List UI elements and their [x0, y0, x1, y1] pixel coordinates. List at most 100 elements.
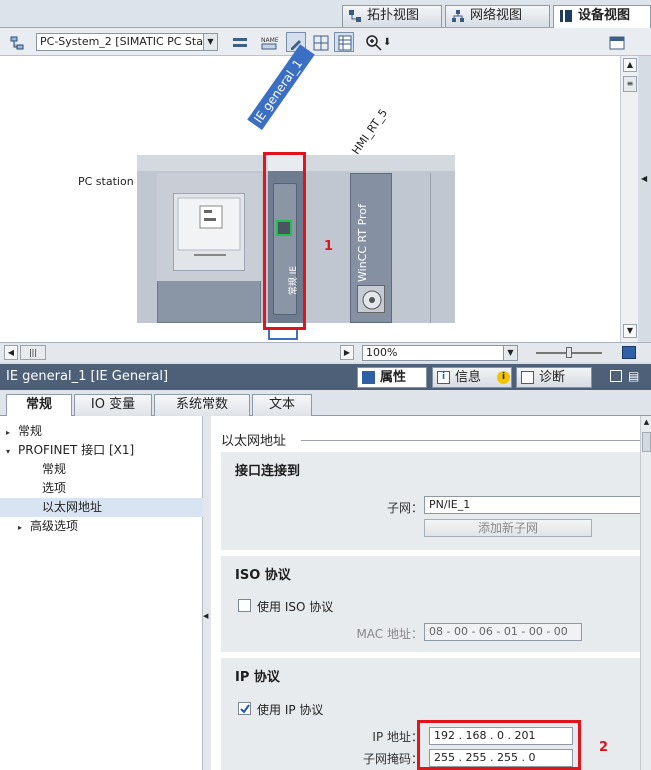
- scroll-right-icon[interactable]: ▶: [340, 345, 354, 360]
- tree-item-label: 常规: [42, 462, 67, 476]
- ip-section: IP 协议 使用 IP 协议 IP 地址： 192 . 168 . 0 . 20…: [221, 658, 640, 770]
- mac-field[interactable]: 08 - 00 - 06 - 01 - 00 - 00: [424, 623, 582, 641]
- expand-arrow-icon[interactable]: ▾: [6, 442, 18, 461]
- side-collapse-strip[interactable]: ◀: [638, 56, 651, 342]
- device-select[interactable]: PC-System_2 [SIMATIC PC Stat ▼: [36, 33, 218, 51]
- info-badge-icon: i: [497, 371, 510, 384]
- tree-item[interactable]: 选项: [0, 479, 203, 498]
- arrange-icon[interactable]: [229, 32, 249, 52]
- tree-item-label: 选项: [42, 481, 67, 495]
- marker-2: 2: [599, 740, 609, 755]
- pane-heading: 以太网地址: [221, 434, 287, 449]
- pane-scroll-thumb[interactable]: [642, 432, 651, 452]
- tree-item[interactable]: 以太网地址: [0, 498, 203, 517]
- scroll-left-icon[interactable]: ◀: [4, 345, 18, 360]
- scroll-down-icon[interactable]: ▼: [623, 324, 637, 338]
- tree-item[interactable]: ▾ PROFINET 接口 [X1]: [0, 441, 203, 460]
- slot-divider: [430, 173, 431, 323]
- highlight-box-1: [263, 152, 306, 330]
- tab-diagnostics-label: 诊断: [539, 370, 566, 385]
- highlight-box-2: [417, 720, 581, 770]
- tree-item[interactable]: ▸ 高级选项: [0, 517, 203, 536]
- tab-topology-view[interactable]: 拓扑视图: [342, 5, 442, 27]
- device-icon: [559, 9, 573, 23]
- properties-icon: [362, 371, 375, 384]
- expand-arrow-icon[interactable]: ▸: [18, 518, 30, 537]
- inspector-header: IE general_1 [IE General] 属性 i 信息 i 诊断 ▤: [0, 364, 651, 390]
- view-tabs-bar: 拓扑视图 网络视图 设备视图: [0, 0, 651, 28]
- subtab-general[interactable]: 常规: [6, 394, 72, 417]
- overview-icon[interactable]: [622, 346, 636, 359]
- tab-info[interactable]: i 信息 i: [432, 367, 512, 388]
- tab-network-view[interactable]: 网络视图: [445, 5, 550, 27]
- station-label: PC station: [78, 175, 134, 188]
- canvas-vertical-scrollbar[interactable]: ▲ ≡ ▼: [620, 56, 638, 342]
- grid-icon[interactable]: [310, 32, 330, 52]
- slot-selection: [268, 330, 298, 340]
- subtab-text[interactable]: 文本: [252, 394, 312, 416]
- download-arrow-icon[interactable]: ⬇: [383, 37, 391, 48]
- window-menu-icon[interactable]: ▤: [628, 369, 639, 383]
- splitter-arrow-icon[interactable]: ◀: [203, 612, 208, 620]
- tab-properties-label: 属性: [380, 370, 407, 385]
- hmi-label: HMI_RT_5: [349, 106, 391, 157]
- panel-toggle-icon[interactable]: [606, 32, 626, 52]
- zoom-dropdown-icon: ▼: [503, 346, 517, 360]
- subtab-system-constants[interactable]: 系统常数: [154, 394, 250, 416]
- tree-item[interactable]: 常规: [0, 460, 203, 479]
- info-icon: i: [437, 371, 450, 384]
- tab-device-label: 设备视图: [578, 8, 631, 23]
- mac-label: MAC 地址：: [356, 627, 423, 641]
- wincc-label: WinCC RT Prof: [356, 204, 369, 282]
- svg-text:NAME: NAME: [261, 37, 279, 44]
- scroll-thumb[interactable]: ≡: [623, 76, 637, 92]
- pane-scroll-up-icon[interactable]: ▲: [642, 418, 651, 430]
- add-subnet-button[interactable]: 添加新子网: [424, 519, 592, 537]
- tree-item-label: PROFINET 接口 [X1]: [18, 443, 135, 457]
- zoom-in-icon[interactable]: [363, 32, 383, 52]
- ip-address-label: IP 地址：: [372, 730, 423, 744]
- network-icon: [451, 9, 465, 23]
- tab-diagnostics[interactable]: 诊断: [516, 367, 592, 388]
- use-ip-label: 使用 IP 协议: [257, 703, 324, 717]
- pc-monitor-icon: [173, 193, 245, 271]
- zoom-select[interactable]: 100% ▼: [362, 345, 518, 361]
- subtab-io-tags[interactable]: IO 变量: [74, 394, 152, 416]
- use-iso-label: 使用 ISO 协议: [257, 600, 334, 614]
- subnet-label: 子网：: [386, 501, 423, 515]
- property-subtabs: 常规 IO 变量 系统常数 文本: [0, 390, 651, 417]
- use-ip-checkbox[interactable]: [238, 702, 251, 715]
- tab-info-label: 信息: [455, 370, 482, 385]
- iso-section-title: ISO 协议: [235, 568, 291, 583]
- h-scroll-thumb[interactable]: |||: [20, 345, 46, 360]
- interface-section: 接口连接到 子网： PN/IE_1 添加新子网: [221, 452, 640, 550]
- tree-item-label: 常规: [18, 424, 43, 438]
- device-tree-icon[interactable]: [6, 32, 26, 52]
- zoom-slider-handle[interactable]: [566, 347, 572, 358]
- pane-scrollbar[interactable]: ▲: [640, 416, 651, 770]
- tree-item[interactable]: ▸ 常规: [0, 422, 203, 441]
- tab-topology-label: 拓扑视图: [367, 8, 420, 23]
- zoom-value: 100%: [366, 346, 398, 359]
- window-float-icon[interactable]: [610, 370, 622, 382]
- device-toolbar: PC-System_2 [SIMATIC PC Stat ▼ NAME ⬇: [0, 28, 651, 56]
- device-select-value: PC-System_2 [SIMATIC PC Stat: [40, 35, 208, 48]
- device-canvas[interactable]: PC station IE general_1 HMI_RT_5 常规 IE 1…: [0, 44, 620, 342]
- navigation-tree: ▸ 常规 ▾ PROFINET 接口 [X1] 常规 选项 以太网地址 ▸ 高级选项: [0, 416, 203, 770]
- tab-properties[interactable]: 属性: [357, 367, 427, 388]
- tab-device-view[interactable]: 设备视图: [553, 5, 651, 28]
- chevron-down-icon: ▼: [203, 34, 217, 50]
- table-view-icon[interactable]: [334, 32, 354, 52]
- ie-general-label[interactable]: IE general_1: [247, 44, 315, 130]
- topology-icon: [348, 9, 362, 23]
- use-iso-checkbox[interactable]: [238, 599, 251, 612]
- collapse-left-icon[interactable]: ◀: [641, 174, 647, 183]
- subnet-field[interactable]: PN/IE_1: [424, 496, 640, 514]
- tree-splitter[interactable]: ◀: [203, 416, 211, 770]
- subnet-mask-label: 子网掩码：: [362, 752, 423, 766]
- expand-arrow-icon[interactable]: ▸: [6, 423, 18, 442]
- tab-network-label: 网络视图: [470, 8, 523, 23]
- name-display-icon[interactable]: NAME: [258, 32, 279, 52]
- scroll-up-icon[interactable]: ▲: [623, 58, 637, 72]
- diagnostics-icon: [521, 371, 534, 384]
